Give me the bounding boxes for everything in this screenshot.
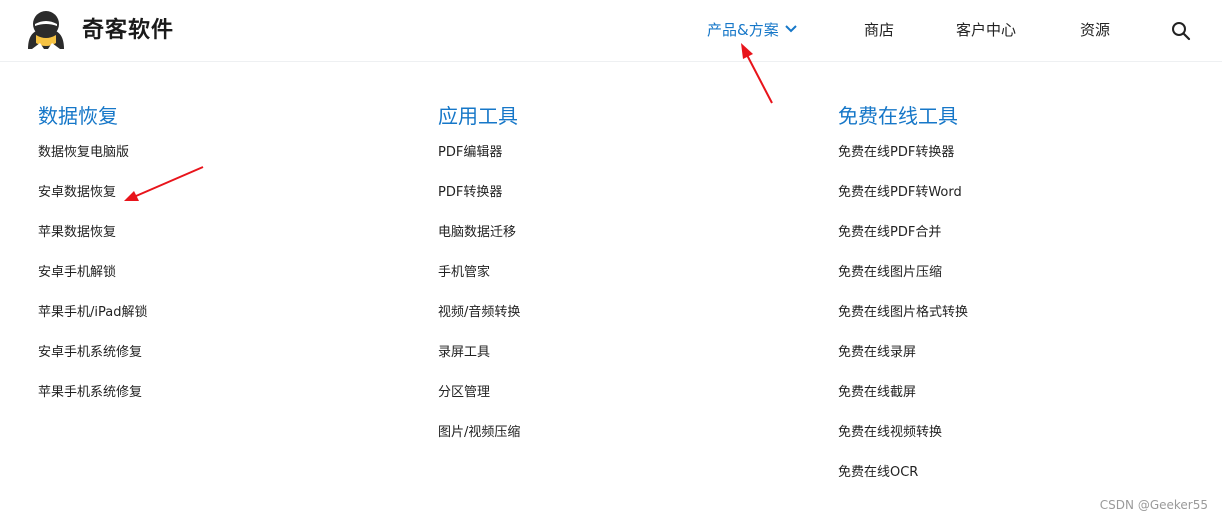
menu-item[interactable]: 图片/视频压缩 bbox=[438, 425, 798, 465]
column-list: PDF编辑器 PDF转换器 电脑数据迁移 手机管家 视频/音频转换 录屏工具 分… bbox=[438, 145, 798, 465]
menu-item[interactable]: 安卓手机系统修复 bbox=[38, 345, 398, 385]
nav-customer-center[interactable]: 客户中心 bbox=[956, 19, 1016, 41]
column-title[interactable]: 免费在线工具 bbox=[838, 100, 1198, 132]
menu-column-free-online-tools: 免费在线工具 免费在线PDF转换器 免费在线PDF转Word 免费在线PDF合并… bbox=[838, 100, 1198, 505]
menu-item[interactable]: 免费在线PDF合并 bbox=[838, 225, 1198, 265]
chevron-down-icon bbox=[784, 25, 797, 33]
menu-item[interactable]: 数据恢复电脑版 bbox=[38, 145, 398, 185]
menu-item[interactable]: 免费在线录屏 bbox=[838, 345, 1198, 385]
menu-item[interactable]: 免费在线图片格式转换 bbox=[838, 305, 1198, 345]
menu-item[interactable]: 苹果手机系统修复 bbox=[38, 385, 398, 425]
search-icon[interactable] bbox=[1171, 21, 1191, 41]
nav-store[interactable]: 商店 bbox=[864, 19, 894, 41]
menu-item[interactable]: 安卓数据恢复 bbox=[38, 185, 398, 225]
menu-item[interactable]: 苹果数据恢复 bbox=[38, 225, 398, 265]
menu-column-app-tools: 应用工具 PDF编辑器 PDF转换器 电脑数据迁移 手机管家 视频/音频转换 录… bbox=[438, 100, 798, 465]
nav-label: 产品&方案 bbox=[707, 21, 779, 39]
menu-item[interactable]: 录屏工具 bbox=[438, 345, 798, 385]
menu-item[interactable]: 免费在线PDF转换器 bbox=[838, 145, 1198, 185]
column-title[interactable]: 应用工具 bbox=[438, 100, 798, 132]
menu-item[interactable]: 免费在线PDF转Word bbox=[838, 185, 1198, 225]
penguin-logo-icon[interactable] bbox=[22, 9, 70, 51]
menu-column-data-recovery: 数据恢复 数据恢复电脑版 安卓数据恢复 苹果数据恢复 安卓手机解锁 苹果手机/i… bbox=[38, 100, 398, 425]
menu-item[interactable]: PDF转换器 bbox=[438, 185, 798, 225]
menu-item[interactable]: 视频/音频转换 bbox=[438, 305, 798, 345]
column-list: 数据恢复电脑版 安卓数据恢复 苹果数据恢复 安卓手机解锁 苹果手机/iPad解锁… bbox=[38, 145, 398, 425]
nav-products-solutions[interactable]: 产品&方案 bbox=[707, 19, 797, 41]
column-title[interactable]: 数据恢复 bbox=[38, 100, 398, 132]
site-header: 奇客软件 产品&方案 商店 客户中心 资源 bbox=[0, 0, 1222, 62]
menu-item[interactable]: 安卓手机解锁 bbox=[38, 265, 398, 305]
menu-item[interactable]: PDF编辑器 bbox=[438, 145, 798, 185]
column-list: 免费在线PDF转换器 免费在线PDF转Word 免费在线PDF合并 免费在线图片… bbox=[838, 145, 1198, 505]
nav-resources[interactable]: 资源 bbox=[1080, 19, 1110, 41]
menu-item[interactable]: 免费在线图片压缩 bbox=[838, 265, 1198, 305]
brand-name[interactable]: 奇客软件 bbox=[82, 16, 174, 46]
watermark: CSDN @Geeker55 bbox=[1099, 498, 1208, 512]
menu-item[interactable]: 电脑数据迁移 bbox=[438, 225, 798, 265]
menu-item[interactable]: 免费在线视频转换 bbox=[838, 425, 1198, 465]
menu-item[interactable]: 苹果手机/iPad解锁 bbox=[38, 305, 398, 345]
menu-item[interactable]: 免费在线截屏 bbox=[838, 385, 1198, 425]
menu-item[interactable]: 手机管家 bbox=[438, 265, 798, 305]
menu-item[interactable]: 分区管理 bbox=[438, 385, 798, 425]
